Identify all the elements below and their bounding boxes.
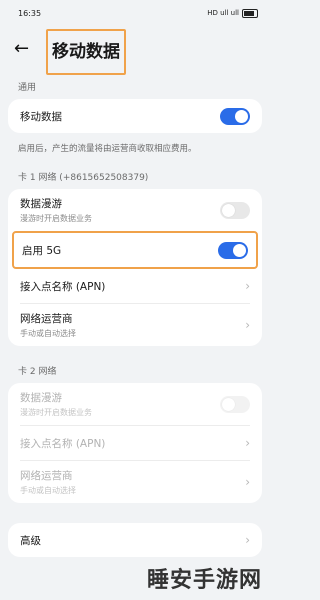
sim2-roaming-row: 数据漫游 漫游时开启数据业务 <box>8 383 262 425</box>
general-card: 移动数据 <box>8 99 262 133</box>
sim1-operator-sub: 手动或自动选择 <box>20 329 76 338</box>
sim2-card: 数据漫游 漫游时开启数据业务 接入点名称 (APN) › 网络运营商 手动或自动… <box>8 383 262 503</box>
mobile-data-toggle[interactable] <box>220 107 250 125</box>
section-general-label: 通用 <box>18 83 37 93</box>
sim1-roaming-row[interactable]: 数据漫游 漫游时开启数据业务 <box>8 189 262 231</box>
section-sim1-label: 卡 1 网络 (+8615652508379) <box>18 173 149 183</box>
advanced-row[interactable]: 高级 › <box>8 523 262 557</box>
sim1-card: 数据漫游 漫游时开启数据业务 启用 5G 接入点名称 (APN) › 网络运营商… <box>8 189 262 346</box>
battery-icon <box>242 8 258 18</box>
mobile-data-note: 启用后，产生的流量将由运营商收取相应费用。 <box>18 144 197 154</box>
sim2-roaming-sub: 漫游时开启数据业务 <box>20 408 92 417</box>
sim2-roaming-label: 数据漫游 <box>20 392 62 404</box>
header: ← 移动数据 <box>0 26 270 75</box>
chevron-right-icon: › <box>245 436 250 450</box>
sim2-operator-row: 网络运营商 手动或自动选择 › <box>8 461 262 503</box>
chevron-right-icon: › <box>245 533 250 547</box>
enable-5g-highlight: 启用 5G <box>12 231 258 269</box>
sim2-apn-row: 接入点名称 (APN) › <box>8 426 262 460</box>
sim2-operator-label: 网络运营商 <box>20 470 73 482</box>
sim1-roaming-sub: 漫游时开启数据业务 <box>20 214 92 223</box>
page-title: 移动数据 <box>46 29 126 75</box>
chevron-right-icon: › <box>245 475 250 489</box>
sim2-roaming-toggle <box>220 395 250 413</box>
status-icons: HD ull ull <box>207 8 258 18</box>
status-bar: 16:35 HD ull ull <box>0 0 270 26</box>
sim1-operator-row[interactable]: 网络运营商 手动或自动选择 › <box>8 304 262 346</box>
mobile-data-label: 移动数据 <box>20 110 62 123</box>
watermark: 睡安手游网 <box>146 568 262 593</box>
chevron-right-icon: › <box>245 318 250 332</box>
enable-5g-toggle[interactable] <box>218 241 248 259</box>
sim1-apn-row[interactable]: 接入点名称 (APN) › <box>8 269 262 303</box>
mobile-data-row[interactable]: 移动数据 <box>8 99 262 133</box>
sim1-operator-label: 网络运营商 <box>20 313 73 325</box>
sim1-apn-label: 接入点名称 (APN) <box>20 280 106 293</box>
sim2-operator-sub: 手动或自动选择 <box>20 486 76 495</box>
enable-5g-label: 启用 5G <box>22 244 62 257</box>
sim1-roaming-toggle[interactable] <box>220 201 250 219</box>
sim1-roaming-label: 数据漫游 <box>20 198 62 210</box>
signal-icon: HD ull ull <box>207 9 239 17</box>
advanced-label: 高级 <box>20 534 41 547</box>
enable-5g-row[interactable]: 启用 5G <box>14 233 256 267</box>
status-time: 16:35 <box>18 8 42 18</box>
chevron-right-icon: › <box>245 279 250 293</box>
arrow-left-icon[interactable]: ← <box>14 38 36 59</box>
sim2-apn-label: 接入点名称 (APN) <box>20 437 106 450</box>
section-sim2-label: 卡 2 网络 <box>18 367 57 377</box>
advanced-card: 高级 › <box>8 523 262 557</box>
